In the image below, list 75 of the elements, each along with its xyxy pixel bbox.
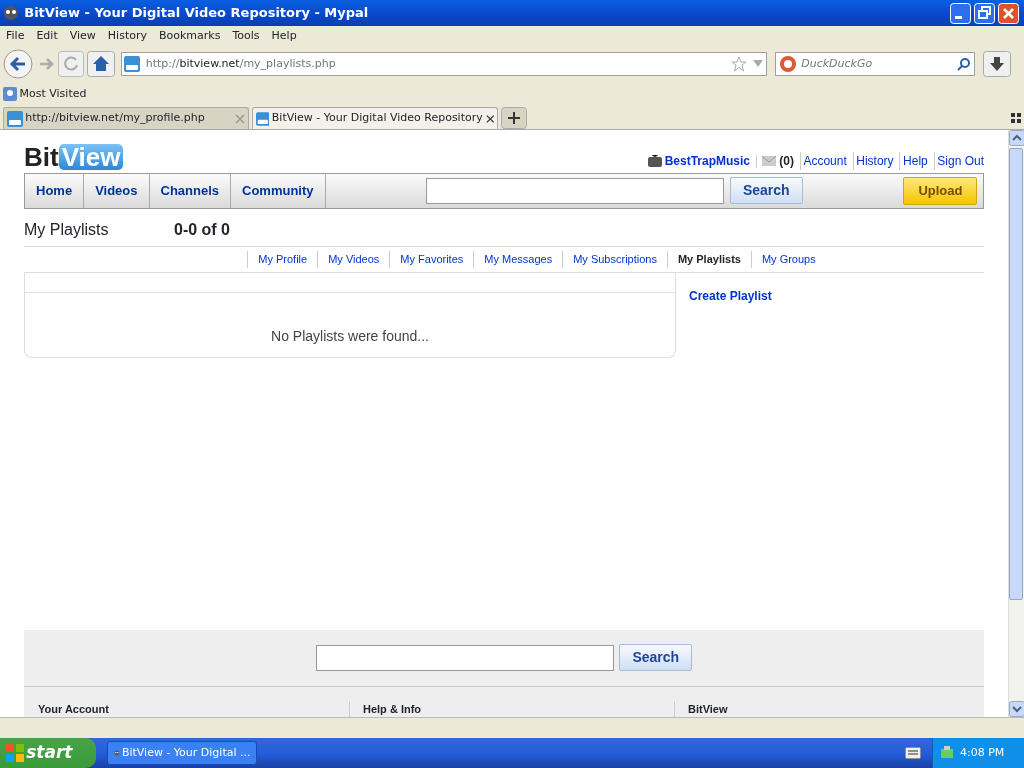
search-button[interactable]: Search <box>729 177 803 205</box>
browser-tab[interactable]: http://bitview.net/my_profile.php <box>2 107 249 129</box>
account-link[interactable]: Sign Out <box>933 152 984 170</box>
page-heading: My Playlists <box>24 219 110 240</box>
username-link[interactable]: BestTrapMusic <box>664 152 750 170</box>
grid-icon <box>1011 113 1022 123</box>
subnav-link[interactable]: My Groups <box>750 251 826 268</box>
scroll-up-icon[interactable] <box>1009 130 1024 146</box>
search-field[interactable] <box>426 177 725 204</box>
nav-link[interactable]: Home <box>25 173 85 208</box>
bookmark-link[interactable]: Most Visited <box>19 85 87 103</box>
message-count[interactable]: (0) <box>779 152 794 170</box>
subnav-link[interactable]: My Playlists <box>666 251 751 268</box>
close-icon[interactable] <box>997 2 1019 24</box>
footer-heading: BitView <box>688 702 728 715</box>
menu-item[interactable]: File <box>0 27 31 45</box>
bookmark-star-icon[interactable] <box>731 56 748 72</box>
dropdown-icon[interactable] <box>752 60 763 68</box>
nav-link[interactable]: Videos <box>84 173 150 208</box>
account-link[interactable]: Account <box>799 152 847 170</box>
tab-label: BitView - Your Digital Video Repository <box>271 110 483 127</box>
empty-message: No Playlists were found... <box>270 326 430 346</box>
search-button[interactable]: Search <box>619 644 693 672</box>
address-field[interactable]: http://bitview.net/my_playlists.php <box>120 52 767 76</box>
subnav-link[interactable]: My Subscriptions <box>562 251 667 268</box>
menu-item[interactable]: Help <box>265 27 303 45</box>
duck-icon[interactable] <box>778 55 797 73</box>
create-playlist-link[interactable]: Create Playlist <box>689 286 772 305</box>
account-link[interactable]: Help <box>899 152 928 170</box>
site-icon <box>255 110 270 127</box>
site-icon <box>6 110 23 127</box>
new-tab-icon[interactable] <box>500 107 527 129</box>
subnav-link[interactable]: My Videos <box>317 251 390 268</box>
menu-item[interactable]: Tools <box>226 27 266 45</box>
menu-item[interactable]: Edit <box>30 27 64 45</box>
menu-item[interactable]: View <box>63 27 102 45</box>
browser-tab[interactable]: BitView - Your Digital Video Repository <box>251 107 498 129</box>
scroll-down-icon[interactable] <box>1009 701 1024 717</box>
subnav-link[interactable]: My Favorites <box>389 251 474 268</box>
menu-item[interactable]: Bookmarks <box>153 27 227 45</box>
back-icon[interactable] <box>2 49 33 79</box>
nav-link[interactable]: Channels <box>149 173 232 208</box>
tv-icon <box>647 155 662 167</box>
menu-item[interactable]: History <box>101 27 153 45</box>
minimize-icon[interactable] <box>950 2 971 24</box>
keyboard-icon[interactable] <box>905 747 921 759</box>
upload-button[interactable]: Upload <box>903 177 978 205</box>
scroll-thumb[interactable] <box>1009 148 1023 600</box>
result-count: 0-0 of 0 <box>174 219 230 240</box>
subnav-link[interactable]: My Profile <box>247 251 318 268</box>
site-logo: BitView <box>24 144 124 170</box>
footer-heading: Your Account <box>38 702 109 715</box>
download-icon[interactable] <box>983 51 1011 77</box>
clock: 4:08 PM <box>960 744 1005 761</box>
home-icon[interactable] <box>87 51 115 77</box>
site-icon <box>124 56 141 72</box>
search-field[interactable]: DuckDuckGo <box>774 52 975 76</box>
network-icon[interactable] <box>938 745 955 761</box>
search-field[interactable] <box>315 644 614 671</box>
bookmark-folder-icon <box>2 87 17 101</box>
search-icon[interactable] <box>957 57 971 71</box>
taskbar-button[interactable]: BitView - Your Digital ... <box>107 741 257 765</box>
tab-label: http://bitview.net/my_profile.php <box>25 110 206 127</box>
taskbar-label: BitView - Your Digital ... <box>121 744 251 761</box>
mail-icon[interactable] <box>762 156 777 166</box>
app-icon <box>2 5 19 21</box>
footer-heading: Help & Info <box>363 702 422 715</box>
account-link[interactable]: History <box>852 152 894 170</box>
window-title: BitView - Your Digital Video Repository - Mypal <box>24 4 370 23</box>
url-text: http://bitview.net/my_playlists.php <box>145 55 337 72</box>
tab-close-icon[interactable] <box>485 113 494 124</box>
subnav-link[interactable]: My Messages <box>473 251 563 268</box>
windows-flag-icon <box>5 744 24 762</box>
nav-link[interactable]: Community <box>231 173 326 208</box>
restore-icon[interactable] <box>973 2 995 24</box>
